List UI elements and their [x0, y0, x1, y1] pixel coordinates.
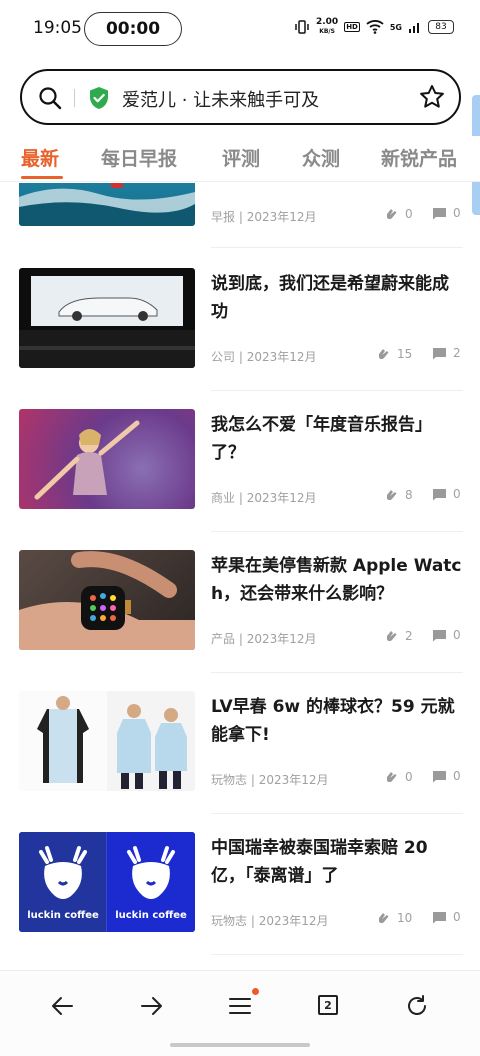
- menu-icon[interactable]: [227, 993, 253, 1019]
- menu-notification-badge: [252, 988, 259, 995]
- article-thumbnail[interactable]: [19, 691, 195, 791]
- clap-icon: [387, 209, 397, 220]
- article-meta: 玩物志 | 2023年12月: [211, 773, 329, 787]
- comment-icon: [433, 207, 446, 219]
- like-count[interactable]: 0: [384, 769, 413, 784]
- luckin-text-right: luckin coffee: [115, 910, 187, 921]
- article-title[interactable]: 我怎么不爱「年度音乐报告」了？: [211, 411, 463, 467]
- comment-icon: [433, 347, 446, 359]
- comment-icon: [433, 911, 446, 923]
- search-divider: [74, 89, 75, 107]
- vibrate-icon: [295, 20, 309, 34]
- tab-count-button[interactable]: 2: [318, 995, 338, 1015]
- comment-count[interactable]: 0: [432, 206, 461, 220]
- article-thumbnail[interactable]: [19, 183, 195, 226]
- shield-check-icon[interactable]: [88, 86, 110, 110]
- divider: [211, 531, 463, 532]
- list-item[interactable]: 我怎么不爱「年度音乐报告」了？ 商业 | 2023年12月 8 0: [0, 409, 480, 550]
- comment-icon: [433, 488, 446, 500]
- battery-icon: 83: [428, 20, 454, 34]
- divider: [211, 247, 463, 248]
- article-title[interactable]: 说到底，我们还是希望蔚来能成功: [211, 270, 463, 326]
- hd-icon: HD: [344, 22, 360, 32]
- article-meta: 商业 | 2023年12月: [211, 491, 317, 505]
- list-item[interactable]: 苹果在美停售新款 Apple Watch，还会带来什么影响？ 产品 | 2023…: [0, 550, 480, 691]
- clap-icon: [379, 913, 389, 924]
- article-title[interactable]: 苹果在美停售新款 Apple Watch，还会带来什么影响？: [211, 552, 463, 608]
- refresh-icon[interactable]: [404, 993, 430, 1019]
- comment-count[interactable]: 0: [432, 628, 461, 642]
- divider: [211, 390, 463, 391]
- article-thumbnail[interactable]: luckin coffee luckin coffee: [19, 832, 195, 932]
- list-item[interactable]: luckin coffee luckin coffee 中国瑞幸被泰国瑞幸索赔 …: [0, 832, 480, 970]
- divider: [211, 813, 463, 814]
- wifi-icon: [366, 20, 384, 34]
- search-icon[interactable]: [38, 86, 62, 110]
- status-time: 19:05: [33, 18, 82, 38]
- comment-count[interactable]: 2: [432, 346, 461, 360]
- luckin-logo-right: luckin coffee: [107, 832, 195, 932]
- article-meta: 玩物志 | 2023年12月: [211, 914, 329, 928]
- timer-pill[interactable]: 00:00: [84, 12, 182, 46]
- tab-new-products[interactable]: 新锐产品: [381, 144, 457, 171]
- like-count[interactable]: 0: [384, 206, 413, 221]
- clap-icon: [379, 349, 389, 360]
- network-speed: 2.00 KB/S: [316, 18, 338, 36]
- divider: [211, 672, 463, 673]
- article-meta: 早报 | 2023年12月: [211, 210, 317, 224]
- tab-active-indicator: [21, 176, 63, 179]
- comment-icon: [433, 629, 446, 641]
- status-icons: 2.00 KB/S HD 5G 83: [294, 18, 454, 36]
- comment-count[interactable]: 0: [432, 910, 461, 924]
- network-type: 5G: [389, 22, 402, 32]
- tab-reviews[interactable]: 评测: [222, 144, 260, 171]
- status-bar: 19:05 00:00 2.00 KB/S HD 5G 83: [0, 0, 480, 58]
- address-bar[interactable]: 爱范儿 · 让未来触手可及: [20, 69, 461, 125]
- signal-icon: [409, 23, 419, 33]
- comment-icon: [433, 770, 446, 782]
- like-count[interactable]: 15: [376, 346, 412, 361]
- list-item[interactable]: 说到底，我们还是希望蔚来能成功 公司 | 2023年12月 15 2: [0, 268, 480, 409]
- divider: [211, 954, 463, 955]
- article-thumbnail[interactable]: [19, 409, 195, 509]
- category-tabs: 最新 每日早报 评测 众测 新锐产品: [0, 136, 480, 182]
- back-arrow-icon[interactable]: [50, 993, 76, 1019]
- article-list: 早报 | 2023年12月 0 0 说到底，我们还是希望蔚来能成功 公司 | 2…: [0, 183, 480, 970]
- forward-arrow-icon[interactable]: [138, 993, 164, 1019]
- tab-latest[interactable]: 最新: [21, 144, 59, 171]
- bookmark-star-icon[interactable]: [419, 84, 445, 110]
- article-title[interactable]: LV早春 6w 的棒球衣？59 元就能拿下!: [211, 693, 463, 749]
- article-meta: 产品 | 2023年12月: [211, 632, 317, 646]
- clap-icon: [387, 772, 397, 783]
- like-count[interactable]: 10: [376, 910, 412, 925]
- tab-crowd-test[interactable]: 众测: [302, 144, 340, 171]
- list-item[interactable]: LV早春 6w 的棒球衣？59 元就能拿下! 玩物志 | 2023年12月 0 …: [0, 691, 480, 832]
- article-title[interactable]: 中国瑞幸被泰国瑞幸索赔 20 亿，「泰离谱」了: [211, 834, 463, 890]
- address-text[interactable]: 爱范儿 · 让未来触手可及: [122, 86, 319, 112]
- comment-count[interactable]: 0: [432, 487, 461, 501]
- like-count[interactable]: 8: [384, 487, 413, 502]
- like-count[interactable]: 2: [384, 628, 413, 643]
- luckin-logo-left: luckin coffee: [19, 832, 107, 932]
- clap-icon: [387, 631, 397, 642]
- clap-icon: [387, 490, 397, 501]
- tab-daily-brief[interactable]: 每日早报: [101, 144, 177, 171]
- article-thumbnail[interactable]: [19, 550, 195, 650]
- speed-value: 2.00: [315, 17, 339, 27]
- article-thumbnail[interactable]: [19, 268, 195, 368]
- luckin-text-left: luckin coffee: [27, 910, 99, 921]
- speed-unit: KB/S: [319, 28, 335, 35]
- article-meta: 公司 | 2023年12月: [211, 350, 317, 364]
- comment-count[interactable]: 0: [432, 769, 461, 783]
- home-indicator[interactable]: [170, 1043, 310, 1047]
